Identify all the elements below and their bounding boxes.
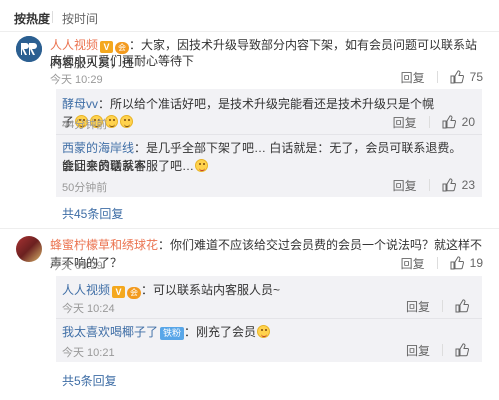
comment-actions: 回复 75 xyxy=(401,69,483,85)
more-replies-link[interactable]: 共5条回复 xyxy=(62,372,117,389)
like-button[interactable]: 75 xyxy=(450,70,483,84)
comment-text-cont: 麻烦小可爱们再耐心等待下 xyxy=(50,54,195,68)
reply-actions: 回复 xyxy=(406,342,475,358)
reply-time: 50分钟前 xyxy=(62,182,108,194)
comment-author[interactable]: 蜂蜜柠檬草和绣球花 xyxy=(50,238,158,252)
reply-actions: 回复 20 xyxy=(393,114,475,130)
reply-text-cont: 会让会员联系客服了吧… xyxy=(62,157,472,175)
reply-author[interactable]: 我太喜欢喝椰子了 xyxy=(62,325,158,339)
reply-button[interactable]: 回复 xyxy=(406,342,430,359)
like-count: 75 xyxy=(469,70,483,84)
thumb-up-icon xyxy=(455,299,469,313)
action-divider xyxy=(428,116,430,128)
avatar[interactable] xyxy=(16,236,42,262)
avatar[interactable] xyxy=(16,36,42,62)
thumb-up-icon xyxy=(455,343,469,357)
comment-actions: 回复 19 xyxy=(401,255,483,271)
comment-time: 今天 10:29 xyxy=(50,74,103,86)
reply-divider xyxy=(56,318,482,319)
comment-author[interactable]: 人人视频 xyxy=(50,38,98,52)
reply-divider xyxy=(56,134,482,135)
thumb-up-icon xyxy=(450,70,464,84)
sort-bar: 按热度 按时间 xyxy=(0,0,499,32)
like-button[interactable]: 19 xyxy=(450,256,483,270)
reply-button[interactable]: 回复 xyxy=(401,255,425,272)
thumb-up-icon xyxy=(442,178,456,192)
reply-author[interactable]: 西蒙的海岸线 xyxy=(62,141,134,155)
action-divider xyxy=(442,300,443,312)
laugh-emoji-icon xyxy=(120,115,134,128)
crying-emoji-icon xyxy=(257,325,271,338)
more-replies-link[interactable]: 共45条回复 xyxy=(62,205,123,222)
reply-body: ：可以联系站内客服人员~ xyxy=(141,283,281,297)
reply-actions: 回复 xyxy=(406,298,475,314)
reply-time: 今天 10:24 xyxy=(62,303,115,315)
action-divider xyxy=(428,179,430,191)
reply-author[interactable]: 酵母vv xyxy=(62,97,98,111)
comment-time: 今天 09:29 xyxy=(50,260,103,272)
like-count: 20 xyxy=(461,115,475,129)
like-button[interactable]: 20 xyxy=(442,115,475,129)
reply-button[interactable]: 回复 xyxy=(393,177,417,194)
like-count: 23 xyxy=(461,178,475,192)
reply-time: 今天 10:21 xyxy=(62,347,115,359)
action-divider xyxy=(442,344,443,356)
reply-actions: 回复 23 xyxy=(393,177,475,193)
reply-text: 酵母vv：所以给个准话好吧，是技术升级完能看还是技术升级只是个幌子 xyxy=(62,95,442,131)
like-count: 19 xyxy=(469,256,483,270)
reply-button[interactable]: 回复 xyxy=(406,298,430,315)
reply-time: 44分钟前 xyxy=(62,119,108,131)
vip-icon: 会 xyxy=(127,287,142,299)
action-divider xyxy=(436,257,438,269)
reply-button[interactable]: 回复 xyxy=(393,114,417,131)
comment-divider xyxy=(0,228,499,229)
thumb-up-icon xyxy=(450,256,464,270)
sort-by-time-tab[interactable]: 按时间 xyxy=(62,10,98,27)
action-divider xyxy=(436,71,438,83)
verified-v-icon: V xyxy=(112,286,126,298)
crying-laugh-emoji-icon xyxy=(195,159,209,172)
thumb-up-icon xyxy=(442,115,456,129)
reply-text: 我太喜欢喝椰子了 铁粉 ：刚充了会员 xyxy=(62,323,442,341)
like-button[interactable] xyxy=(455,299,475,313)
reply-button[interactable]: 回复 xyxy=(401,69,425,86)
reply-author[interactable]: 人人视频 xyxy=(62,283,110,297)
sort-divider xyxy=(52,11,53,23)
fan-badge: 铁粉 xyxy=(160,327,185,340)
like-button[interactable] xyxy=(455,343,475,357)
sort-by-hot-tab[interactable]: 按热度 xyxy=(14,10,50,27)
like-button[interactable]: 23 xyxy=(442,178,475,192)
reply-body: ：所以给个准话好吧，是技术升级完能看还是技术升级只是个幌子 xyxy=(62,97,435,129)
reply-body: ：刚充了会员 xyxy=(184,325,257,339)
renren-logo-icon xyxy=(16,36,42,62)
reply-text: 人人视频 V 会：可以联系站内客服人员~ xyxy=(62,281,442,299)
